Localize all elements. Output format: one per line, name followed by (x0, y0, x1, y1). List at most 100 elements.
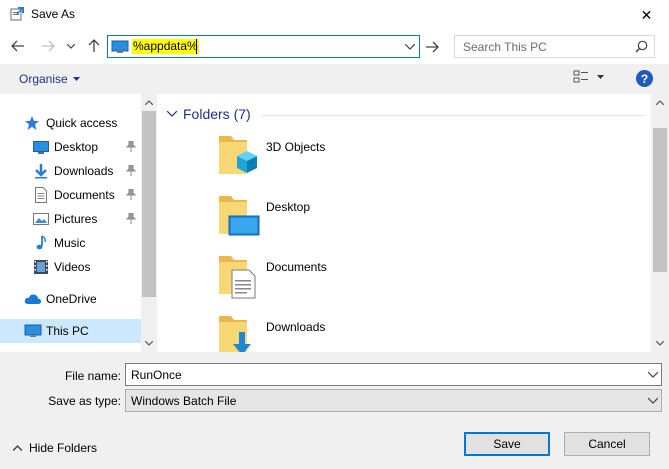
folder-label: Desktop (266, 200, 311, 214)
arrow-left-icon (11, 40, 24, 52)
navigation-pane: Quick access Desktop Downloads Documents (0, 94, 157, 352)
close-button[interactable]: ✕ (624, 0, 669, 30)
pin-icon (125, 188, 137, 203)
document-icon (33, 187, 49, 203)
folder-item-3d-objects[interactable]: 3D Objects (217, 134, 517, 194)
toolbar: Organise ? (0, 64, 669, 94)
file-list-scrollbar[interactable] (651, 94, 669, 352)
help-button[interactable]: ? (636, 70, 653, 87)
desktop-folder-icon (217, 194, 261, 240)
folder-item-documents[interactable]: Documents (217, 254, 517, 314)
pin-icon (125, 164, 137, 179)
filename-dropdown-button[interactable] (647, 368, 659, 383)
filename-field[interactable]: RunOnce (125, 363, 662, 386)
file-list-pane: Folders (7) 3D Objects Desktop Documents… (157, 94, 651, 352)
chevron-down-icon (656, 341, 664, 346)
pin-icon (125, 140, 137, 155)
pin-icon (125, 212, 137, 227)
filename-value: RunOnce (131, 368, 182, 382)
chevron-down-icon (167, 111, 177, 117)
organise-button[interactable]: Organise (19, 72, 80, 86)
group-divider (261, 115, 644, 116)
sidebar-item-music[interactable]: Music (0, 231, 141, 255)
save-as-type-dropdown-button[interactable] (647, 394, 659, 409)
back-button[interactable] (8, 35, 28, 57)
help-icon: ? (640, 71, 649, 86)
chevron-down-icon (647, 371, 659, 378)
folder-label: Downloads (266, 320, 326, 334)
sidebar-item-downloads[interactable]: Downloads (0, 159, 141, 183)
recent-locations-button[interactable] (64, 35, 78, 57)
forward-button[interactable] (38, 35, 58, 57)
folder-item-downloads[interactable]: Downloads (217, 314, 517, 352)
save-as-type-select[interactable]: Windows Batch File (125, 389, 662, 412)
scroll-up-button[interactable] (141, 94, 157, 111)
sidebar-item-label: Downloads (54, 164, 114, 178)
up-button[interactable] (84, 35, 104, 57)
sidebar-item-pictures[interactable]: Pictures (0, 207, 141, 231)
arrow-right-icon (426, 41, 439, 52)
scrollbar-thumb[interactable] (142, 111, 156, 297)
address-input-text[interactable]: %appdata% (132, 39, 199, 54)
folder-label: Documents (266, 260, 327, 274)
hide-folders-label: Hide Folders (29, 441, 98, 455)
save-options-panel: File name: RunOnce Save as type: Windows… (0, 352, 669, 469)
sidebar-item-label: This PC (46, 324, 89, 338)
computer-icon (24, 323, 42, 339)
chevron-down-icon (145, 341, 153, 346)
sidebar-item-label: Quick access (46, 116, 118, 130)
details-view-icon (573, 70, 588, 83)
sidebar-item-videos[interactable]: Videos (0, 255, 141, 279)
address-bar[interactable]: %appdata% (107, 35, 420, 58)
picture-icon (33, 211, 49, 227)
folders-group-header[interactable]: Folders (7) (167, 106, 251, 122)
chevron-down-icon (405, 43, 415, 50)
sidebar-item-label: Music (54, 236, 86, 250)
sidebar-item-desktop[interactable]: Desktop (0, 135, 141, 159)
arrow-up-icon (88, 39, 100, 52)
desktop-icon (33, 139, 49, 155)
documents-folder-icon (217, 254, 261, 300)
sidebar-item-label: Pictures (54, 212, 98, 226)
scroll-down-button[interactable] (141, 335, 157, 352)
save-as-type-value: Windows Batch File (131, 394, 237, 408)
chevron-down-icon (647, 397, 659, 404)
chevron-up-icon (656, 100, 664, 105)
search-placeholder: Search This PC (463, 40, 547, 54)
computer-icon (111, 40, 129, 57)
navigation-scrollbar[interactable] (141, 94, 157, 352)
close-icon: ✕ (640, 6, 653, 23)
chevron-up-icon (13, 445, 22, 451)
sidebar-item-quick-access[interactable]: Quick access (0, 111, 141, 135)
3d-objects-folder-icon (217, 134, 261, 180)
caret-down-icon (72, 77, 80, 81)
sidebar-item-this-pc[interactable]: This PC (0, 319, 141, 343)
filename-label: File name: (64, 369, 121, 383)
downloads-folder-icon (217, 314, 261, 352)
hide-folders-toggle[interactable]: Hide Folders (13, 441, 97, 455)
scrollbar-thumb[interactable] (653, 128, 667, 272)
search-icon (635, 40, 648, 56)
go-button[interactable] (422, 35, 442, 58)
search-input[interactable]: Search This PC (454, 35, 655, 58)
sidebar-item-label: Videos (54, 260, 91, 274)
sidebar-item-label: Documents (54, 188, 115, 202)
sidebar-item-documents[interactable]: Documents (0, 183, 141, 207)
scroll-up-button[interactable] (651, 94, 669, 111)
save-button[interactable]: Save (464, 432, 550, 456)
change-view-button[interactable] (573, 70, 604, 84)
sidebar-item-label: Desktop (54, 140, 99, 154)
title-bar: Save As ✕ (0, 0, 669, 30)
download-icon (33, 163, 49, 179)
cancel-button[interactable]: Cancel (564, 432, 650, 456)
address-dropdown-button[interactable] (403, 39, 417, 54)
arrow-right-icon (42, 40, 55, 52)
window-title: Save As (31, 7, 76, 21)
cloud-icon (24, 291, 42, 307)
text-caret (196, 39, 197, 54)
scroll-down-button[interactable] (651, 335, 669, 352)
sidebar-item-label: OneDrive (46, 292, 97, 306)
video-icon (33, 259, 49, 275)
sidebar-item-onedrive[interactable]: OneDrive (0, 287, 141, 311)
folder-item-desktop[interactable]: Desktop (217, 194, 517, 254)
